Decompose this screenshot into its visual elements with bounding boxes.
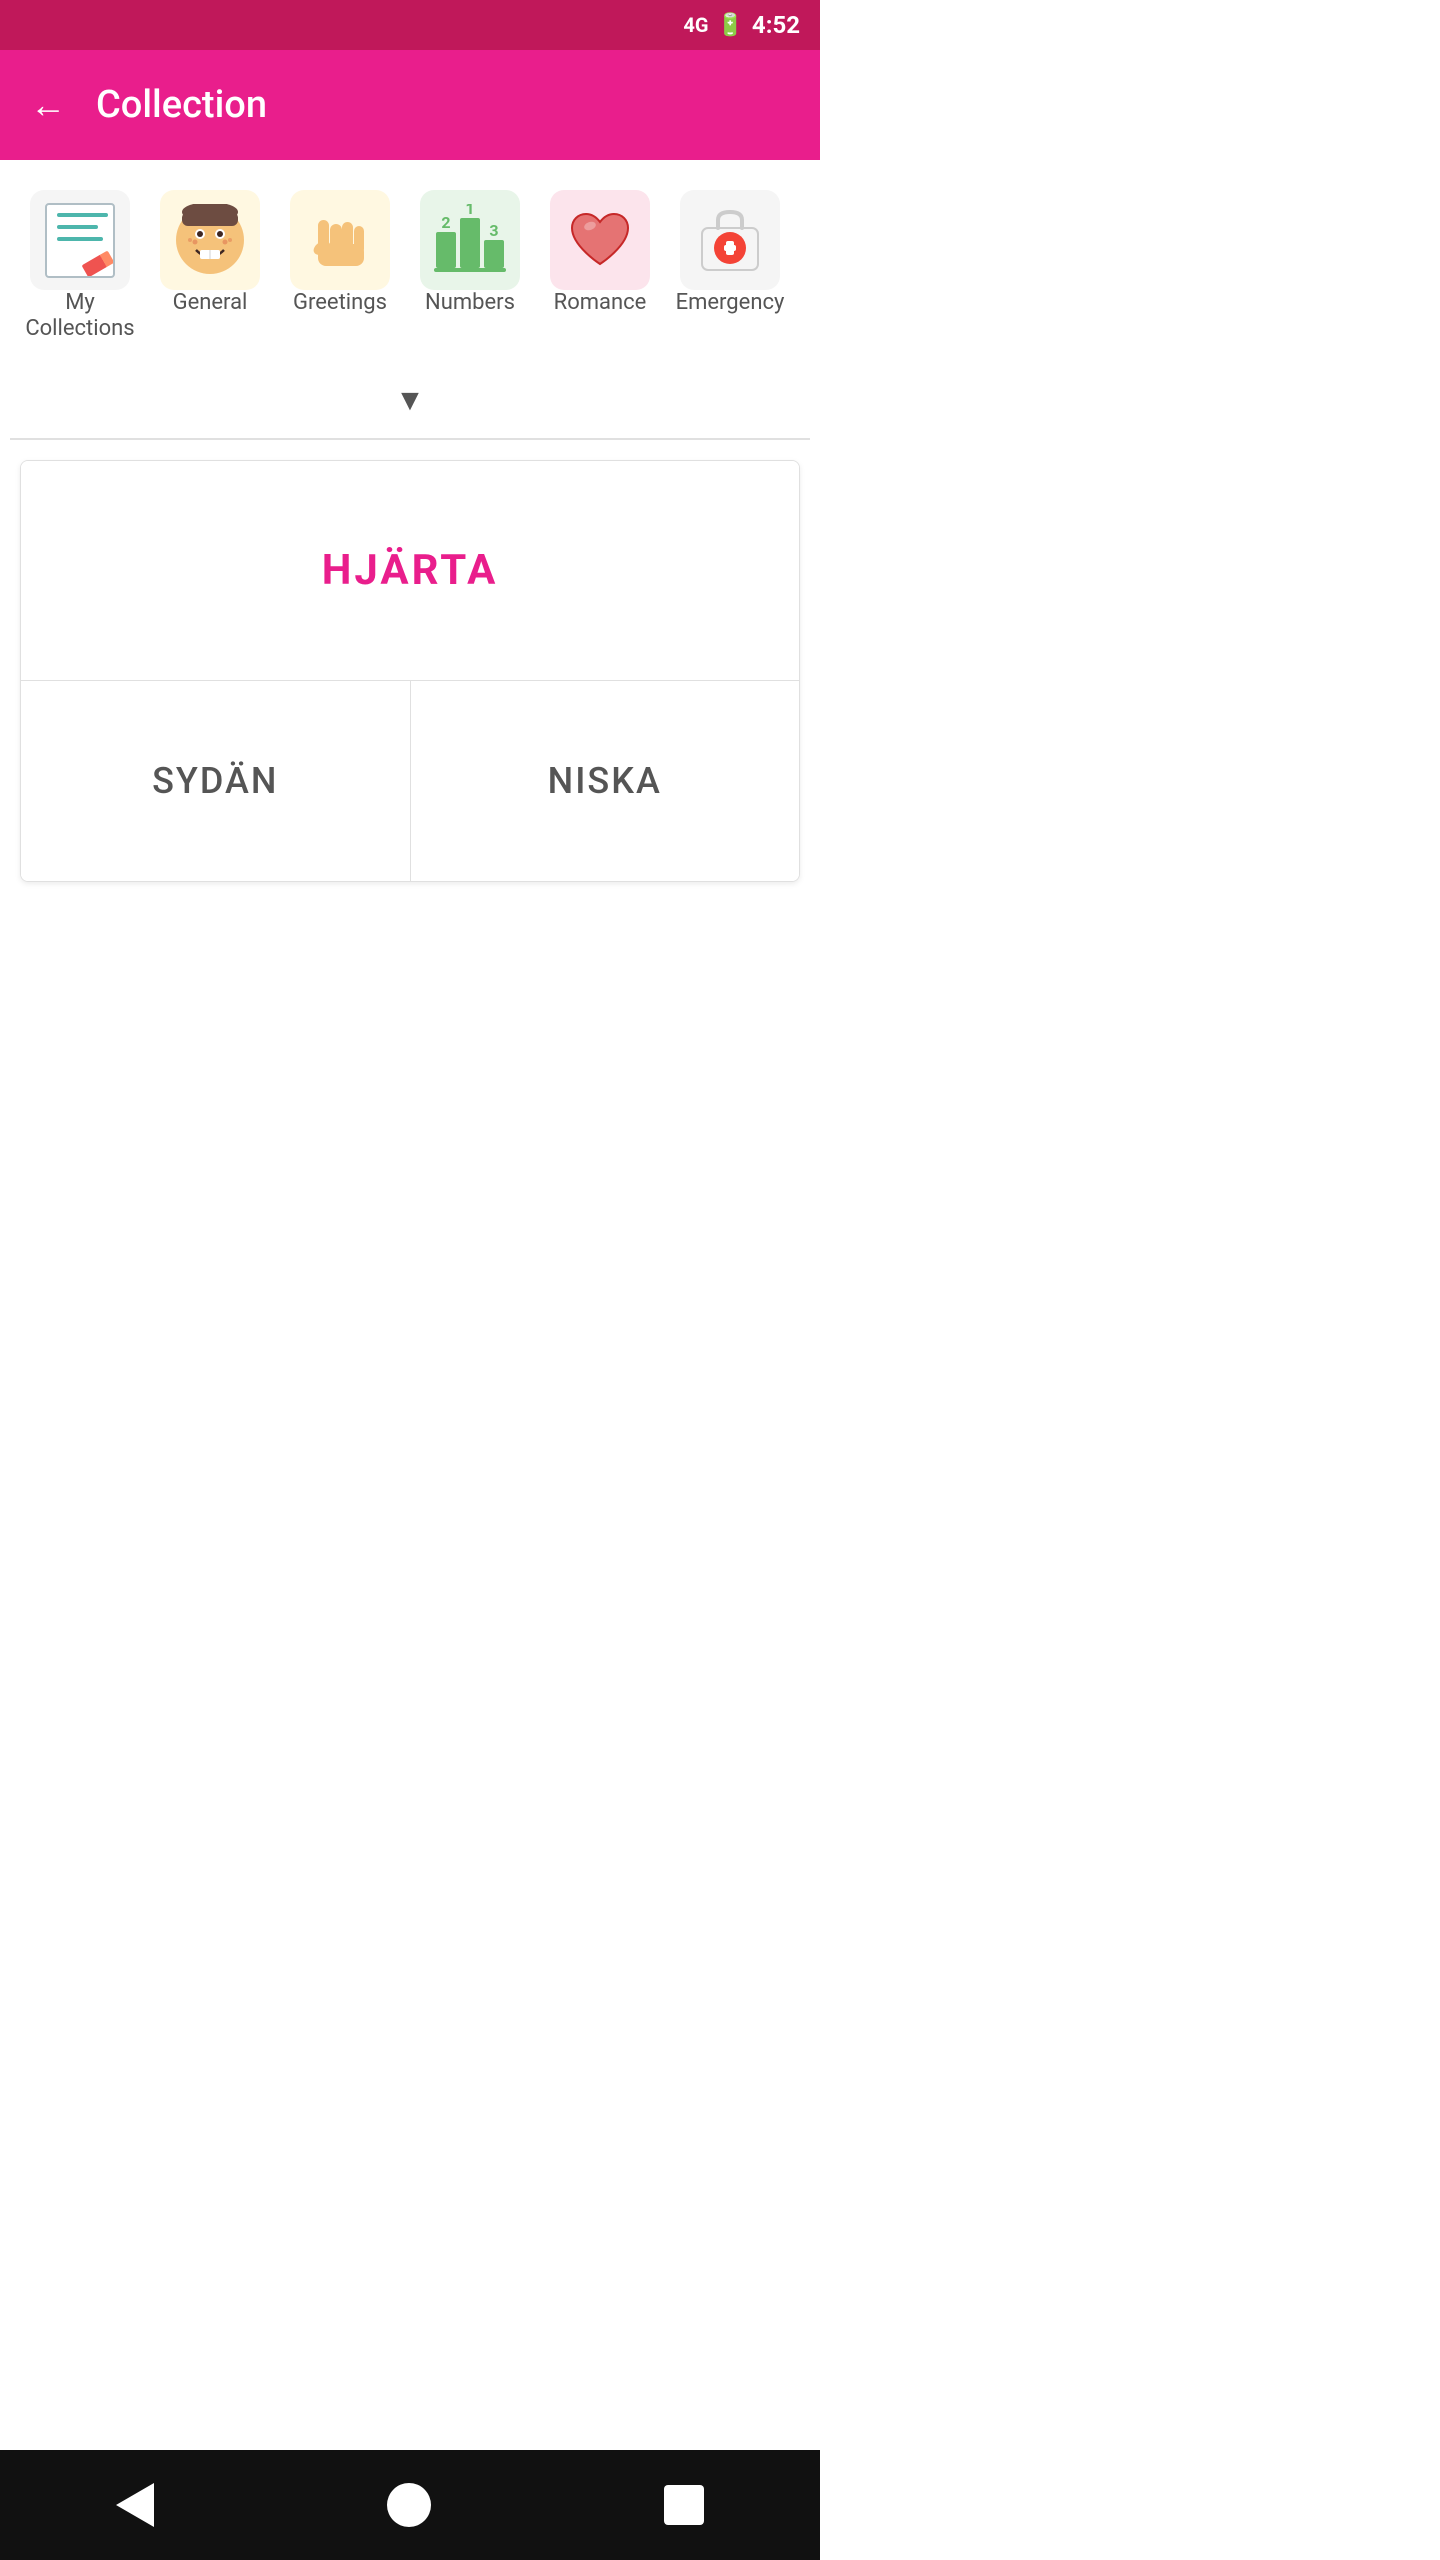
flashcard-main-word: HJÄRTA xyxy=(322,546,499,595)
emergency-icon xyxy=(680,190,780,290)
category-item-general[interactable]: General xyxy=(150,190,270,343)
category-item-emergency[interactable]: Emergency xyxy=(670,190,790,343)
notebook-icon xyxy=(45,203,115,278)
general-icon xyxy=(160,190,260,290)
greetings-icon xyxy=(290,190,390,290)
categories-section: My Collections xyxy=(0,160,820,363)
category-item-romance[interactable]: Romance xyxy=(540,190,660,343)
chevron-section[interactable]: ▼ xyxy=(0,363,820,438)
romance-icon xyxy=(550,190,650,290)
general-face-svg xyxy=(174,204,246,276)
flashcard-option-1-text: SYDÄN xyxy=(152,760,278,802)
flashcard-section: HJÄRTA SYDÄN NISKA xyxy=(0,440,820,902)
app-header: ← Collection xyxy=(0,50,820,160)
flashcard: HJÄRTA SYDÄN NISKA xyxy=(20,460,800,882)
flashcard-options: SYDÄN NISKA xyxy=(21,681,799,881)
svg-text:3: 3 xyxy=(489,221,498,240)
my-collections-icon xyxy=(30,190,130,290)
numbers-icon: 2 1 3 xyxy=(420,190,520,290)
category-label-my-collections: My Collections xyxy=(20,290,140,343)
nav-back-button[interactable] xyxy=(116,2483,154,2527)
nav-home-button[interactable] xyxy=(387,2483,431,2527)
signal-icon: 4G xyxy=(683,13,708,37)
categories-scroll: My Collections xyxy=(20,190,800,353)
category-label-greetings: Greetings xyxy=(293,290,387,316)
category-item-greetings[interactable]: Greetings xyxy=(280,190,400,343)
chevron-down-icon[interactable]: ▼ xyxy=(395,383,425,418)
notebook-line-3 xyxy=(57,237,103,241)
category-label-numbers: Numbers xyxy=(425,290,515,316)
nav-bar xyxy=(0,2450,820,2560)
svg-text:1: 1 xyxy=(465,204,474,218)
notebook-line-2 xyxy=(57,225,98,229)
back-button[interactable]: ← xyxy=(30,87,66,123)
category-label-romance: Romance xyxy=(554,290,647,316)
nav-recent-icon xyxy=(664,2485,704,2525)
category-item-my-collections[interactable]: My Collections xyxy=(20,190,140,343)
emergency-kit-svg xyxy=(694,204,766,276)
nav-home-icon xyxy=(387,2483,431,2527)
nav-back-icon xyxy=(116,2483,154,2527)
romance-heart-svg xyxy=(564,204,636,276)
flashcard-main[interactable]: HJÄRTA xyxy=(21,461,799,681)
flashcard-option-2-text: NISKA xyxy=(548,760,662,802)
pencil-icon xyxy=(82,250,115,277)
flashcard-option-1[interactable]: SYDÄN xyxy=(21,681,411,881)
status-time: 4:52 xyxy=(752,11,800,39)
category-label-general: General xyxy=(173,290,248,316)
numbers-bars-svg: 2 1 3 xyxy=(430,204,510,276)
category-item-numbers[interactable]: 2 1 3 Numbers xyxy=(410,190,530,343)
header-title: Collection xyxy=(96,83,267,127)
nav-recent-button[interactable] xyxy=(664,2485,704,2525)
battery-icon: 🔋 xyxy=(717,13,744,38)
flashcard-option-2[interactable]: NISKA xyxy=(411,681,800,881)
svg-text:2: 2 xyxy=(441,213,450,232)
category-label-emergency: Emergency xyxy=(676,290,785,316)
status-icons: 4G 🔋 4:52 xyxy=(683,11,800,39)
status-bar: 4G 🔋 4:52 xyxy=(0,0,820,50)
greetings-hand-svg xyxy=(304,204,376,276)
notebook-line-1 xyxy=(57,213,108,217)
notebook-lines xyxy=(57,213,108,241)
